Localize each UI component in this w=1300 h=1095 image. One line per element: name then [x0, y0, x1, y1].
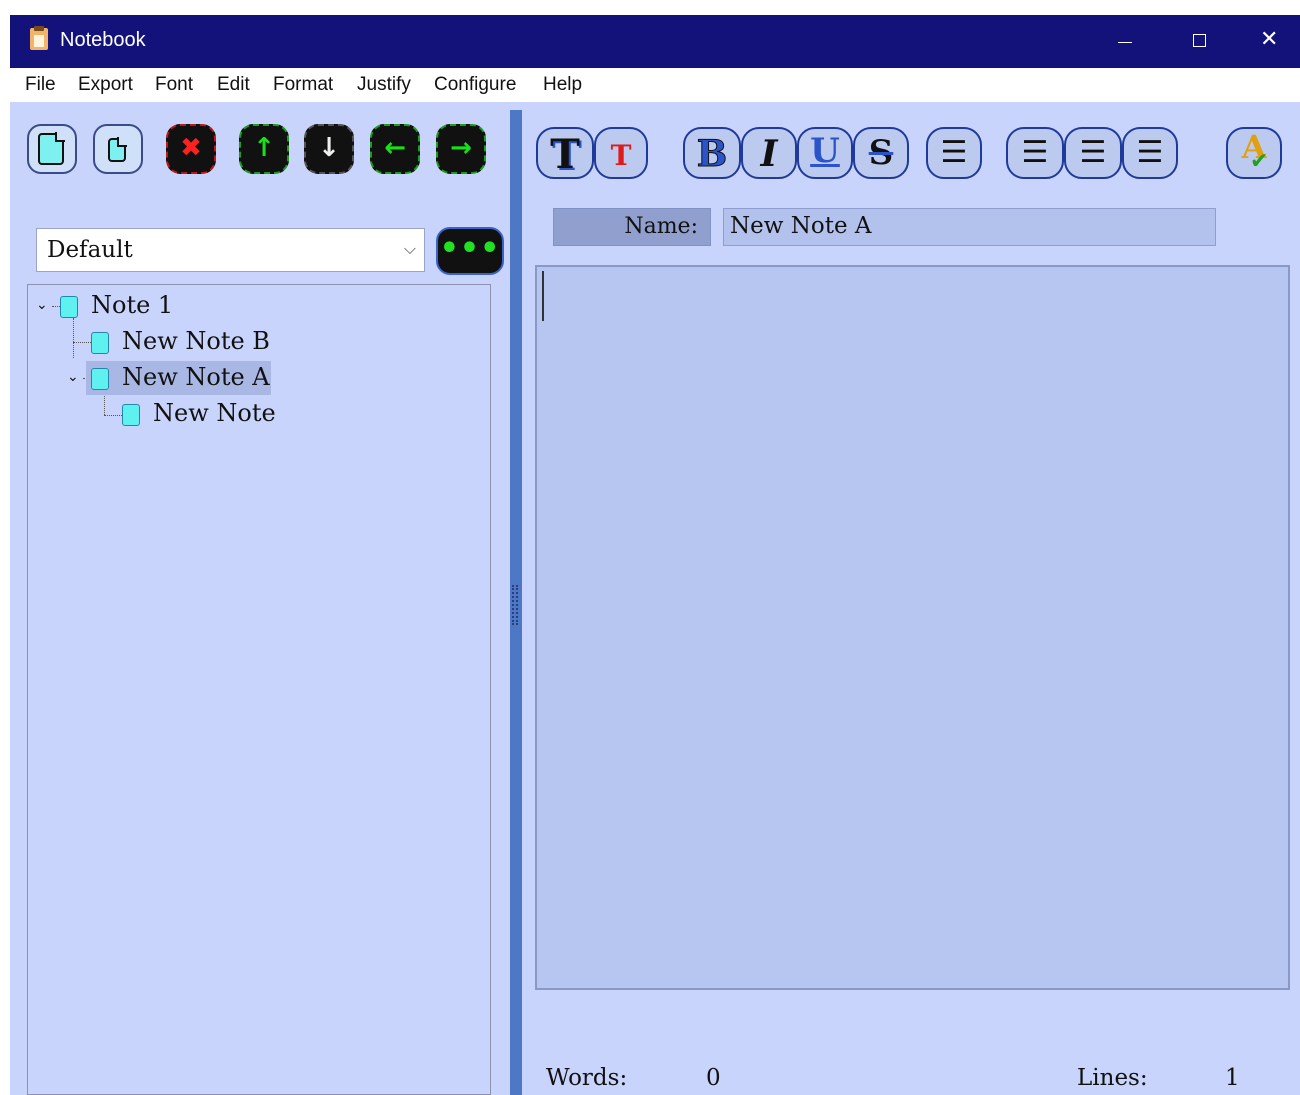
strikethrough-button[interactable]: S [853, 127, 909, 179]
notes-tree: ⌄ Note 1 New Note B ⌄ New Note A New Not… [27, 284, 491, 1095]
new-note-button[interactable] [27, 124, 77, 174]
note-name-input[interactable]: New Note A [723, 208, 1216, 246]
menu-format[interactable]: Format [273, 74, 333, 96]
spell-check-button[interactable]: A ✔ [1226, 127, 1282, 179]
tree-item-note-1[interactable]: ⌄ Note 1 [28, 289, 488, 323]
window-title: Notebook [60, 29, 146, 51]
title-bar: Notebook ✕ [10, 15, 1300, 68]
notes-pane: ✖ ↑ ↓ ← → Default ⌵ ••• ⌄ Note 1 New Not… [20, 110, 510, 1095]
checkmark-icon: ✔ [1250, 149, 1269, 174]
words-count: 0 [706, 1065, 721, 1091]
text-color-icon: T [610, 139, 632, 172]
align-left-icon: ☰ [1021, 135, 1049, 170]
tree-item-new-note-b[interactable]: New Note B [28, 325, 488, 359]
notebook-select[interactable]: Default ⌵ [36, 228, 425, 272]
move-left-button[interactable]: ← [370, 124, 420, 174]
move-left-icon: ← [384, 133, 406, 163]
move-up-button[interactable]: ↑ [239, 124, 289, 174]
align-center-button[interactable]: ☰ [1064, 127, 1122, 179]
name-label: Name: [624, 214, 698, 239]
align-right-icon: ☰ [1136, 135, 1164, 170]
tree-item-label: Note 1 [91, 291, 174, 319]
menu-edit[interactable]: Edit [217, 74, 250, 96]
menu-justify[interactable]: Justify [357, 74, 411, 96]
bold-icon: B [696, 133, 728, 176]
note-editor[interactable] [535, 265, 1290, 990]
words-label: Words: [546, 1065, 628, 1091]
minimize-icon [1118, 42, 1132, 43]
font-size-large-button[interactable]: T [536, 127, 594, 179]
underline-button[interactable]: U [797, 127, 853, 179]
note-doc-icon [60, 296, 78, 318]
new-child-note-icon [108, 137, 127, 162]
notebook-select-value: Default [47, 237, 133, 263]
delete-note-button[interactable]: ✖ [166, 124, 216, 174]
align-right-button[interactable]: ☰ [1122, 127, 1178, 179]
maximize-icon [1193, 34, 1206, 47]
close-button[interactable]: ✕ [1235, 15, 1300, 68]
new-note-icon [38, 132, 65, 165]
note-doc-icon [91, 368, 109, 390]
move-up-icon: ↑ [253, 133, 275, 163]
align-left-button[interactable]: ☰ [1006, 127, 1064, 179]
move-right-button[interactable]: → [436, 124, 486, 174]
tree-item-new-note-a[interactable]: ⌄ New Note A [28, 361, 488, 395]
menu-export[interactable]: Export [78, 74, 133, 96]
delete-note-icon: ✖ [180, 133, 202, 163]
chevron-down-icon[interactable]: ⌄ [67, 369, 79, 385]
menu-help[interactable]: Help [543, 74, 582, 96]
ellipsis-icon: ••• [439, 231, 501, 266]
move-down-icon: ↓ [318, 133, 340, 163]
chevron-down-icon[interactable]: ⌄ [36, 297, 48, 313]
move-right-icon: → [450, 133, 472, 163]
underline-icon: U [810, 131, 840, 171]
bullet-list-button[interactable]: ☰ [926, 127, 982, 179]
align-center-icon: ☰ [1079, 135, 1107, 170]
menu-configure[interactable]: Configure [434, 74, 516, 96]
tree-item-new-note[interactable]: New Note [28, 397, 488, 431]
bullet-list-icon: ☰ [940, 135, 968, 170]
note-name-value: New Note A [730, 213, 872, 239]
chevron-down-icon: ⌵ [403, 239, 416, 258]
tree-item-label: New Note A [122, 363, 270, 391]
menu-file[interactable]: File [25, 74, 56, 96]
lines-count: 1 [1225, 1065, 1240, 1091]
clipboard-icon [30, 26, 48, 50]
move-down-button[interactable]: ↓ [304, 124, 354, 174]
strikethrough-icon: S [868, 133, 894, 173]
more-options-button[interactable]: ••• [436, 227, 504, 275]
new-child-note-button[interactable] [93, 124, 143, 174]
text-color-button[interactable]: T [594, 127, 648, 179]
italic-button[interactable]: I [741, 127, 797, 179]
tree-item-label: New Note B [122, 327, 270, 355]
splitter-grip-icon[interactable] [512, 585, 518, 625]
text-caret [542, 271, 544, 321]
close-icon: ✕ [1260, 27, 1279, 52]
notebook-window: Notebook ✕ File Export Font Edit Format … [10, 15, 1300, 1095]
menu-bar: File Export Font Edit Format Justify Con… [10, 68, 1300, 102]
menu-font[interactable]: Font [155, 74, 193, 96]
note-doc-icon [91, 332, 109, 354]
maximize-button[interactable] [1165, 15, 1235, 68]
font-size-large-icon: T [550, 131, 580, 178]
lines-label: Lines: [1077, 1065, 1148, 1091]
bold-button[interactable]: B [683, 127, 741, 179]
name-label-box: Name: [553, 208, 711, 246]
minimize-button[interactable] [1090, 15, 1160, 68]
note-doc-icon [122, 404, 140, 426]
italic-icon: I [760, 133, 778, 175]
tree-item-label: New Note [153, 399, 276, 427]
